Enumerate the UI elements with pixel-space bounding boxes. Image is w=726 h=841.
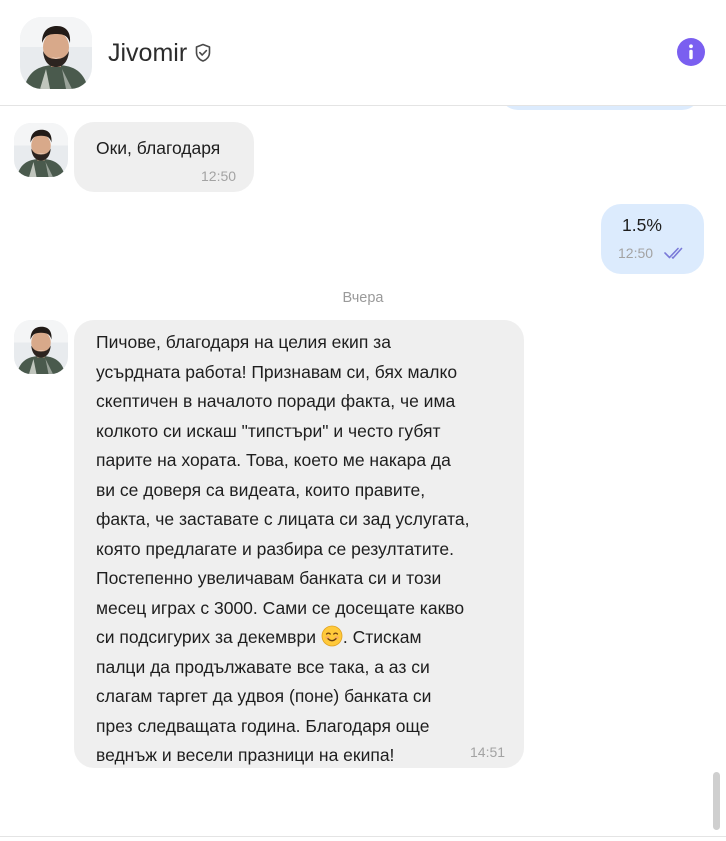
read-ticks-icon: [664, 247, 683, 259]
contact-name: Jivomir: [108, 39, 188, 67]
date-divider: Вчера: [342, 290, 384, 306]
message-time: 12:50: [618, 245, 654, 261]
message-text-part: Пичове, благодаря на целия екип за усърд…: [96, 332, 470, 647]
message-bubble-incoming[interactable]: Пичове, благодаря на целия екип за усърд…: [74, 320, 524, 768]
message-text-part: . Стискам палци да продължавате все така…: [96, 627, 432, 765]
message-bubble-outgoing[interactable]: 1.5% 12:50: [601, 204, 704, 274]
message-text: 1.5%: [622, 215, 662, 235]
chat-header: Jivomir: [0, 0, 726, 106]
message-list[interactable]: Оки, благодаря 12:50 1.5% 12:50 Вчера Пи…: [0, 106, 726, 836]
message-bubble-incoming[interactable]: Оки, благодаря 12:50: [74, 122, 254, 192]
shield-check-icon: [194, 43, 212, 63]
info-button[interactable]: [677, 38, 705, 66]
contact-avatar[interactable]: [20, 17, 92, 89]
sender-avatar[interactable]: [14, 123, 68, 177]
smiling-face-emoji: [321, 625, 343, 647]
chat-window: Jivomir Оки, благодаря 12:50 1.5% 12:50 …: [0, 0, 726, 841]
info-icon: [689, 44, 693, 60]
scrollbar-thumb[interactable]: [713, 772, 720, 830]
sender-avatar[interactable]: [14, 320, 68, 374]
composer-divider: [0, 836, 726, 837]
message-text: Оки, благодаря: [96, 138, 221, 158]
message-text: Пичове, благодаря на целия екип за усърд…: [96, 328, 516, 771]
previous-message-bubble: [500, 106, 700, 110]
message-time: 14:51: [470, 744, 506, 760]
message-time: 12:50: [201, 168, 237, 184]
